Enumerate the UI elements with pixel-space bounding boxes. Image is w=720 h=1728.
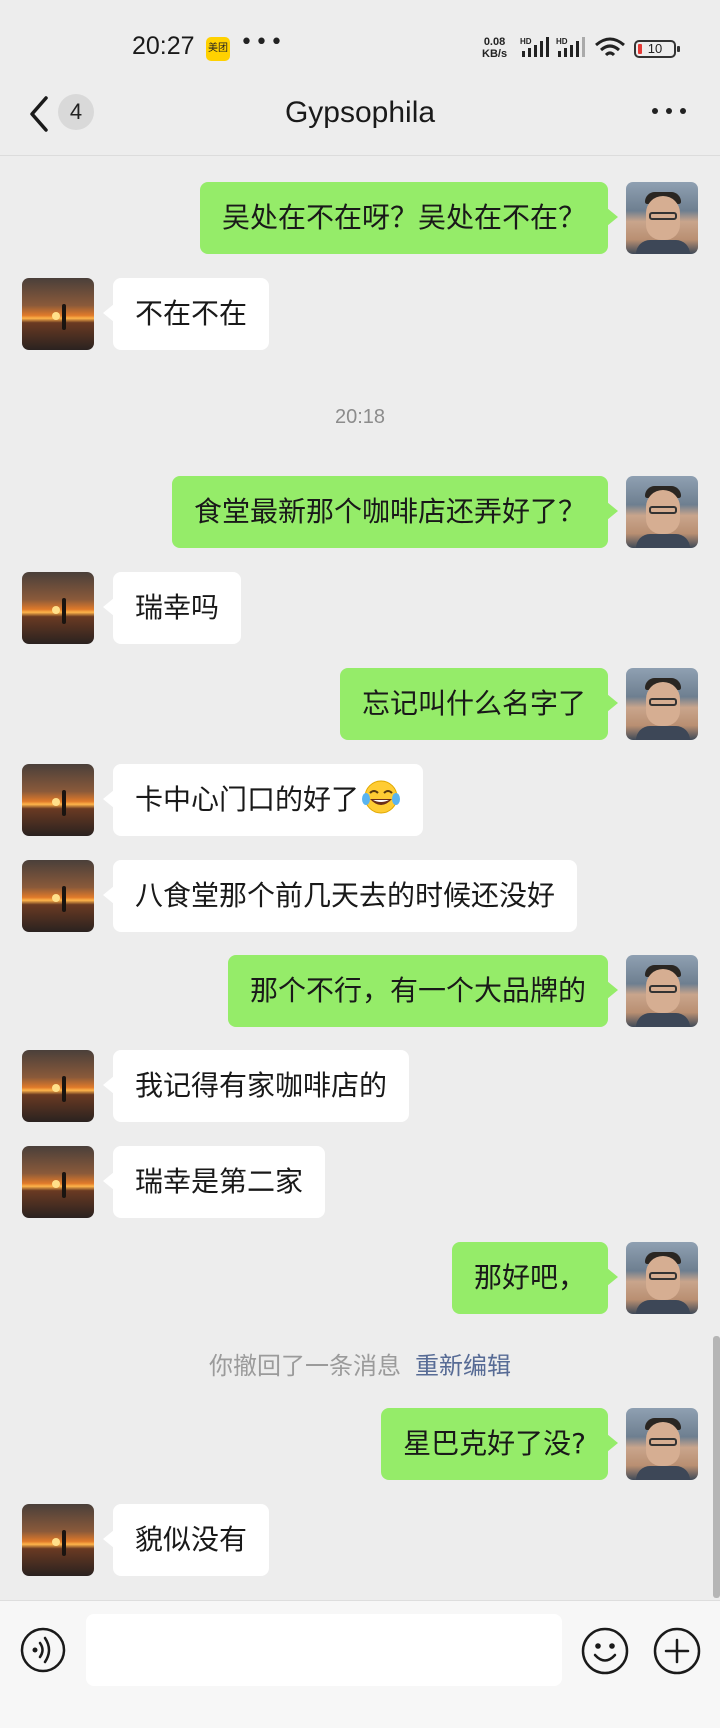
network-speed: 0.08 KB/s [482, 36, 507, 60]
meituan-app-icon: 美团 [206, 37, 230, 61]
contact-avatar[interactable] [22, 278, 94, 350]
battery-icon: 10 [634, 40, 680, 58]
self-avatar[interactable] [626, 1242, 698, 1314]
plus-circle-icon[interactable] [652, 1626, 702, 1676]
sim-label: HD [520, 37, 532, 46]
message-bubble-other[interactable]: 瑞幸是第二家 [102, 1146, 326, 1218]
message-bubble-self[interactable]: 星巴克好了没? [381, 1408, 618, 1480]
voice-icon[interactable] [19, 1626, 67, 1674]
message-bubble-other[interactable]: 八食堂那个前几天去的时候还没好 [102, 860, 578, 932]
recall-notice: 你撤回了一条消息 重新编辑 [0, 1346, 720, 1381]
message-bubble-other[interactable]: 不在不在 [102, 278, 270, 350]
message-bubble-self[interactable]: 忘记叫什么名字了 [339, 668, 619, 740]
message-bubble-self[interactable]: 吴处在不在呀？吴处在不在？ [199, 182, 619, 254]
message-bubble-self[interactable]: 那个不行，有一个大品牌的 [227, 955, 619, 1027]
message-bubble-other[interactable]: 我记得有家咖啡店的 [102, 1050, 410, 1122]
smiley-icon[interactable] [580, 1626, 630, 1676]
chat-title: Gypsophila [284, 96, 436, 129]
status-bar: 20:27 美团 ••• 0.08 KB/s HD HD 10 [0, 0, 720, 92]
message-bubble-self[interactable]: 食堂最新那个咖啡店还弄好了？ [171, 476, 619, 548]
contact-avatar[interactable] [22, 1504, 94, 1576]
network-speed-unit: KB/s [482, 48, 508, 60]
scrollbar[interactable] [713, 1336, 720, 1598]
status-time: 20:27 [132, 32, 195, 60]
tears-of-joy-emoji-icon [362, 780, 401, 814]
message-bubble-other[interactable]: 卡中心门口的好了 [102, 764, 424, 836]
network-speed-value: 0.08 [483, 36, 506, 48]
more-horizontal-icon[interactable] [650, 108, 688, 118]
contact-avatar[interactable] [22, 860, 94, 932]
contact-avatar[interactable] [22, 764, 94, 836]
message-text: 卡中心门口的好了 [135, 783, 360, 816]
status-more-icon: ••• [240, 30, 285, 55]
signal-icon-2: HD [556, 37, 585, 57]
message-bubble-other[interactable]: 貌似没有 [102, 1504, 270, 1576]
contact-avatar[interactable] [22, 1146, 94, 1218]
message-bubble-self[interactable]: 那好吧， [451, 1242, 619, 1314]
self-avatar[interactable] [626, 476, 698, 548]
message-bubble-other[interactable]: 瑞幸吗 [102, 572, 242, 644]
self-avatar[interactable] [626, 668, 698, 740]
self-avatar[interactable] [626, 182, 698, 254]
self-avatar[interactable] [626, 955, 698, 1027]
recall-text: 你撤回了一条消息 [209, 1352, 401, 1380]
re-edit-link[interactable]: 重新编辑 [415, 1352, 511, 1380]
header-divider [0, 155, 720, 156]
contact-avatar[interactable] [22, 572, 94, 644]
sim-label-2: HD [556, 37, 568, 46]
self-avatar[interactable] [626, 1408, 698, 1480]
contact-avatar[interactable] [22, 1050, 94, 1122]
message-input[interactable] [86, 1614, 562, 1686]
battery-level: 10 [647, 41, 663, 56]
signal-icon: HD [520, 37, 549, 57]
message-timestamp: 20:18 [334, 406, 386, 428]
wifi-icon [595, 37, 625, 57]
